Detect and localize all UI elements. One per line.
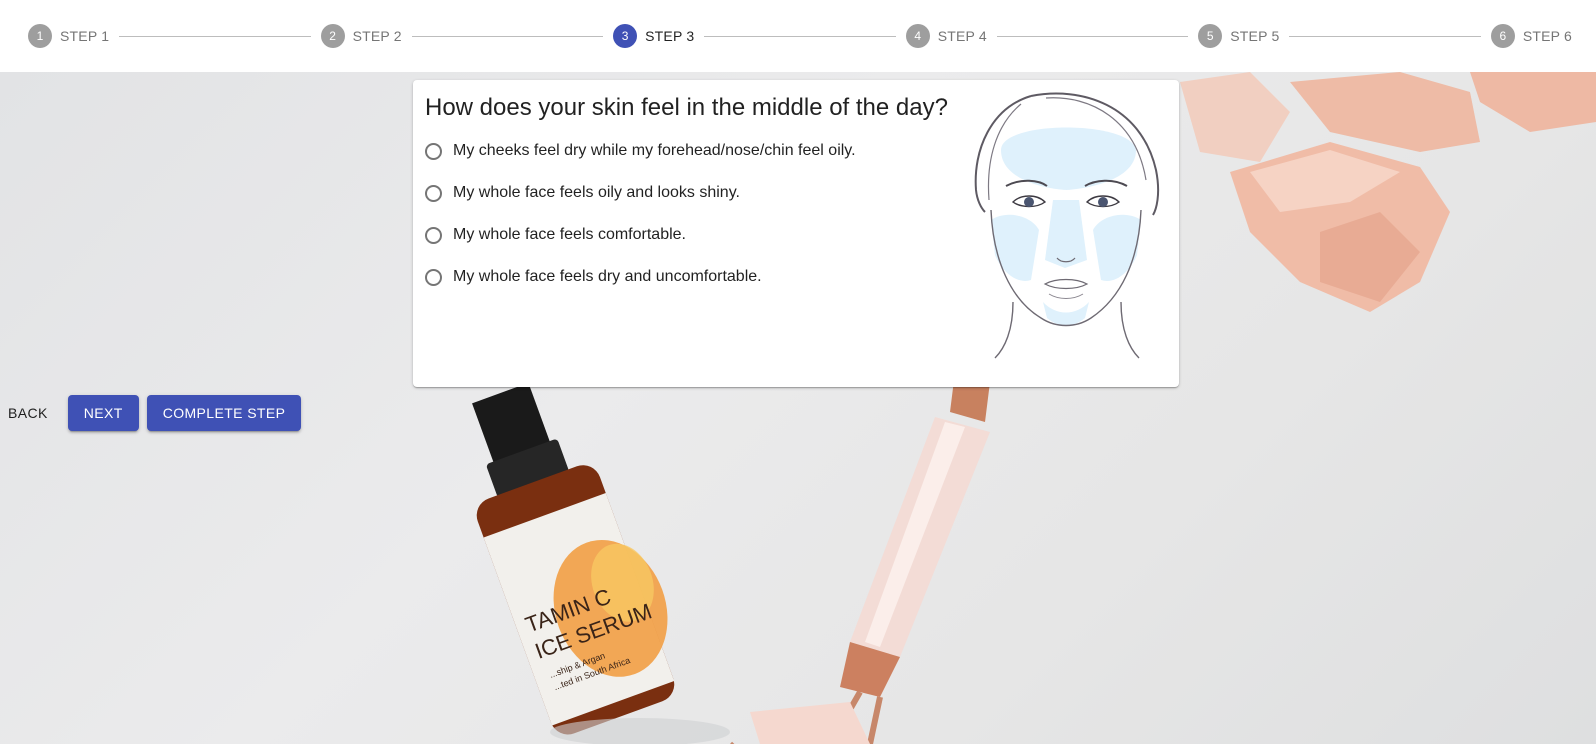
question-title: How does your skin feel in the middle of…	[425, 94, 948, 121]
step-5-label: STEP 5	[1230, 28, 1280, 44]
step-2-number: 2	[320, 24, 345, 48]
step-3-label: STEP 3	[645, 28, 695, 44]
step-connector	[1289, 35, 1481, 37]
step-5-number: 5	[1198, 24, 1223, 48]
radio-unchecked-icon[interactable]	[425, 268, 442, 286]
answer-option-dry[interactable]: My whole face feels dry and uncomfortabl…	[423, 256, 856, 298]
answer-option-label: My cheeks feel dry while my forehead/nos…	[453, 142, 856, 159]
step-connector	[119, 35, 311, 37]
step-5[interactable]: 5 STEP 5	[1198, 24, 1279, 48]
answer-options: My cheeks feel dry while my forehead/nos…	[423, 130, 856, 298]
question-card: How does your skin feel in the middle of…	[413, 80, 1179, 387]
back-button[interactable]: BACK	[0, 395, 56, 431]
answer-option-oily[interactable]: My whole face feels oily and looks shiny…	[423, 172, 856, 214]
serum-bottle: TAMIN C ICE SERUM ...ship & Argan ...ted…	[472, 382, 675, 735]
radio-unchecked-icon[interactable]	[425, 184, 442, 202]
answer-option-normal[interactable]: My whole face feels comfortable.	[423, 214, 856, 256]
step-connector	[996, 35, 1189, 37]
step-6[interactable]: 6 STEP 6	[1490, 24, 1573, 48]
answer-option-label: My whole face feels comfortable.	[453, 226, 686, 243]
rose-quartz-crystals	[1180, 72, 1596, 312]
answer-option-combination[interactable]: My cheeks feel dry while my forehead/nos…	[423, 130, 856, 172]
step-4-number: 4	[905, 24, 930, 48]
step-3-number: 3	[613, 24, 638, 48]
answer-option-label: My whole face feels dry and uncomfortabl…	[453, 268, 762, 285]
step-1-label: STEP 1	[60, 28, 110, 44]
face-roller	[730, 369, 1101, 744]
answer-option-label: My whole face feels oily and looks shiny…	[453, 184, 740, 201]
step-3[interactable]: 3 STEP 3	[613, 24, 694, 48]
step-6-label: STEP 6	[1522, 28, 1573, 44]
step-2[interactable]: 2 STEP 2	[320, 24, 402, 48]
step-connector	[411, 35, 604, 37]
step-actions: BACK NEXT COMPLETE STEP	[0, 395, 302, 431]
step-2-label: STEP 2	[352, 28, 402, 44]
step-6-number: 6	[1490, 24, 1515, 48]
complete-step-button[interactable]: COMPLETE STEP	[146, 395, 302, 431]
step-1[interactable]: 1 STEP 1	[28, 24, 109, 48]
page: TAMIN C ICE SERUM ...ship & Argan ...ted…	[0, 0, 1596, 744]
face-zones-illustration	[974, 92, 1160, 359]
step-1-number: 1	[28, 24, 52, 48]
step-4[interactable]: 4 STEP 4	[905, 24, 987, 48]
step-connector	[704, 35, 896, 37]
stepper: 1 STEP 1 2 STEP 2 3 STEP 3 4 STEP 4 5 ST…	[0, 0, 1596, 72]
next-button[interactable]: NEXT	[67, 395, 139, 431]
radio-unchecked-icon[interactable]	[425, 226, 442, 244]
radio-unchecked-icon[interactable]	[425, 142, 442, 160]
step-4-label: STEP 4	[937, 28, 987, 44]
